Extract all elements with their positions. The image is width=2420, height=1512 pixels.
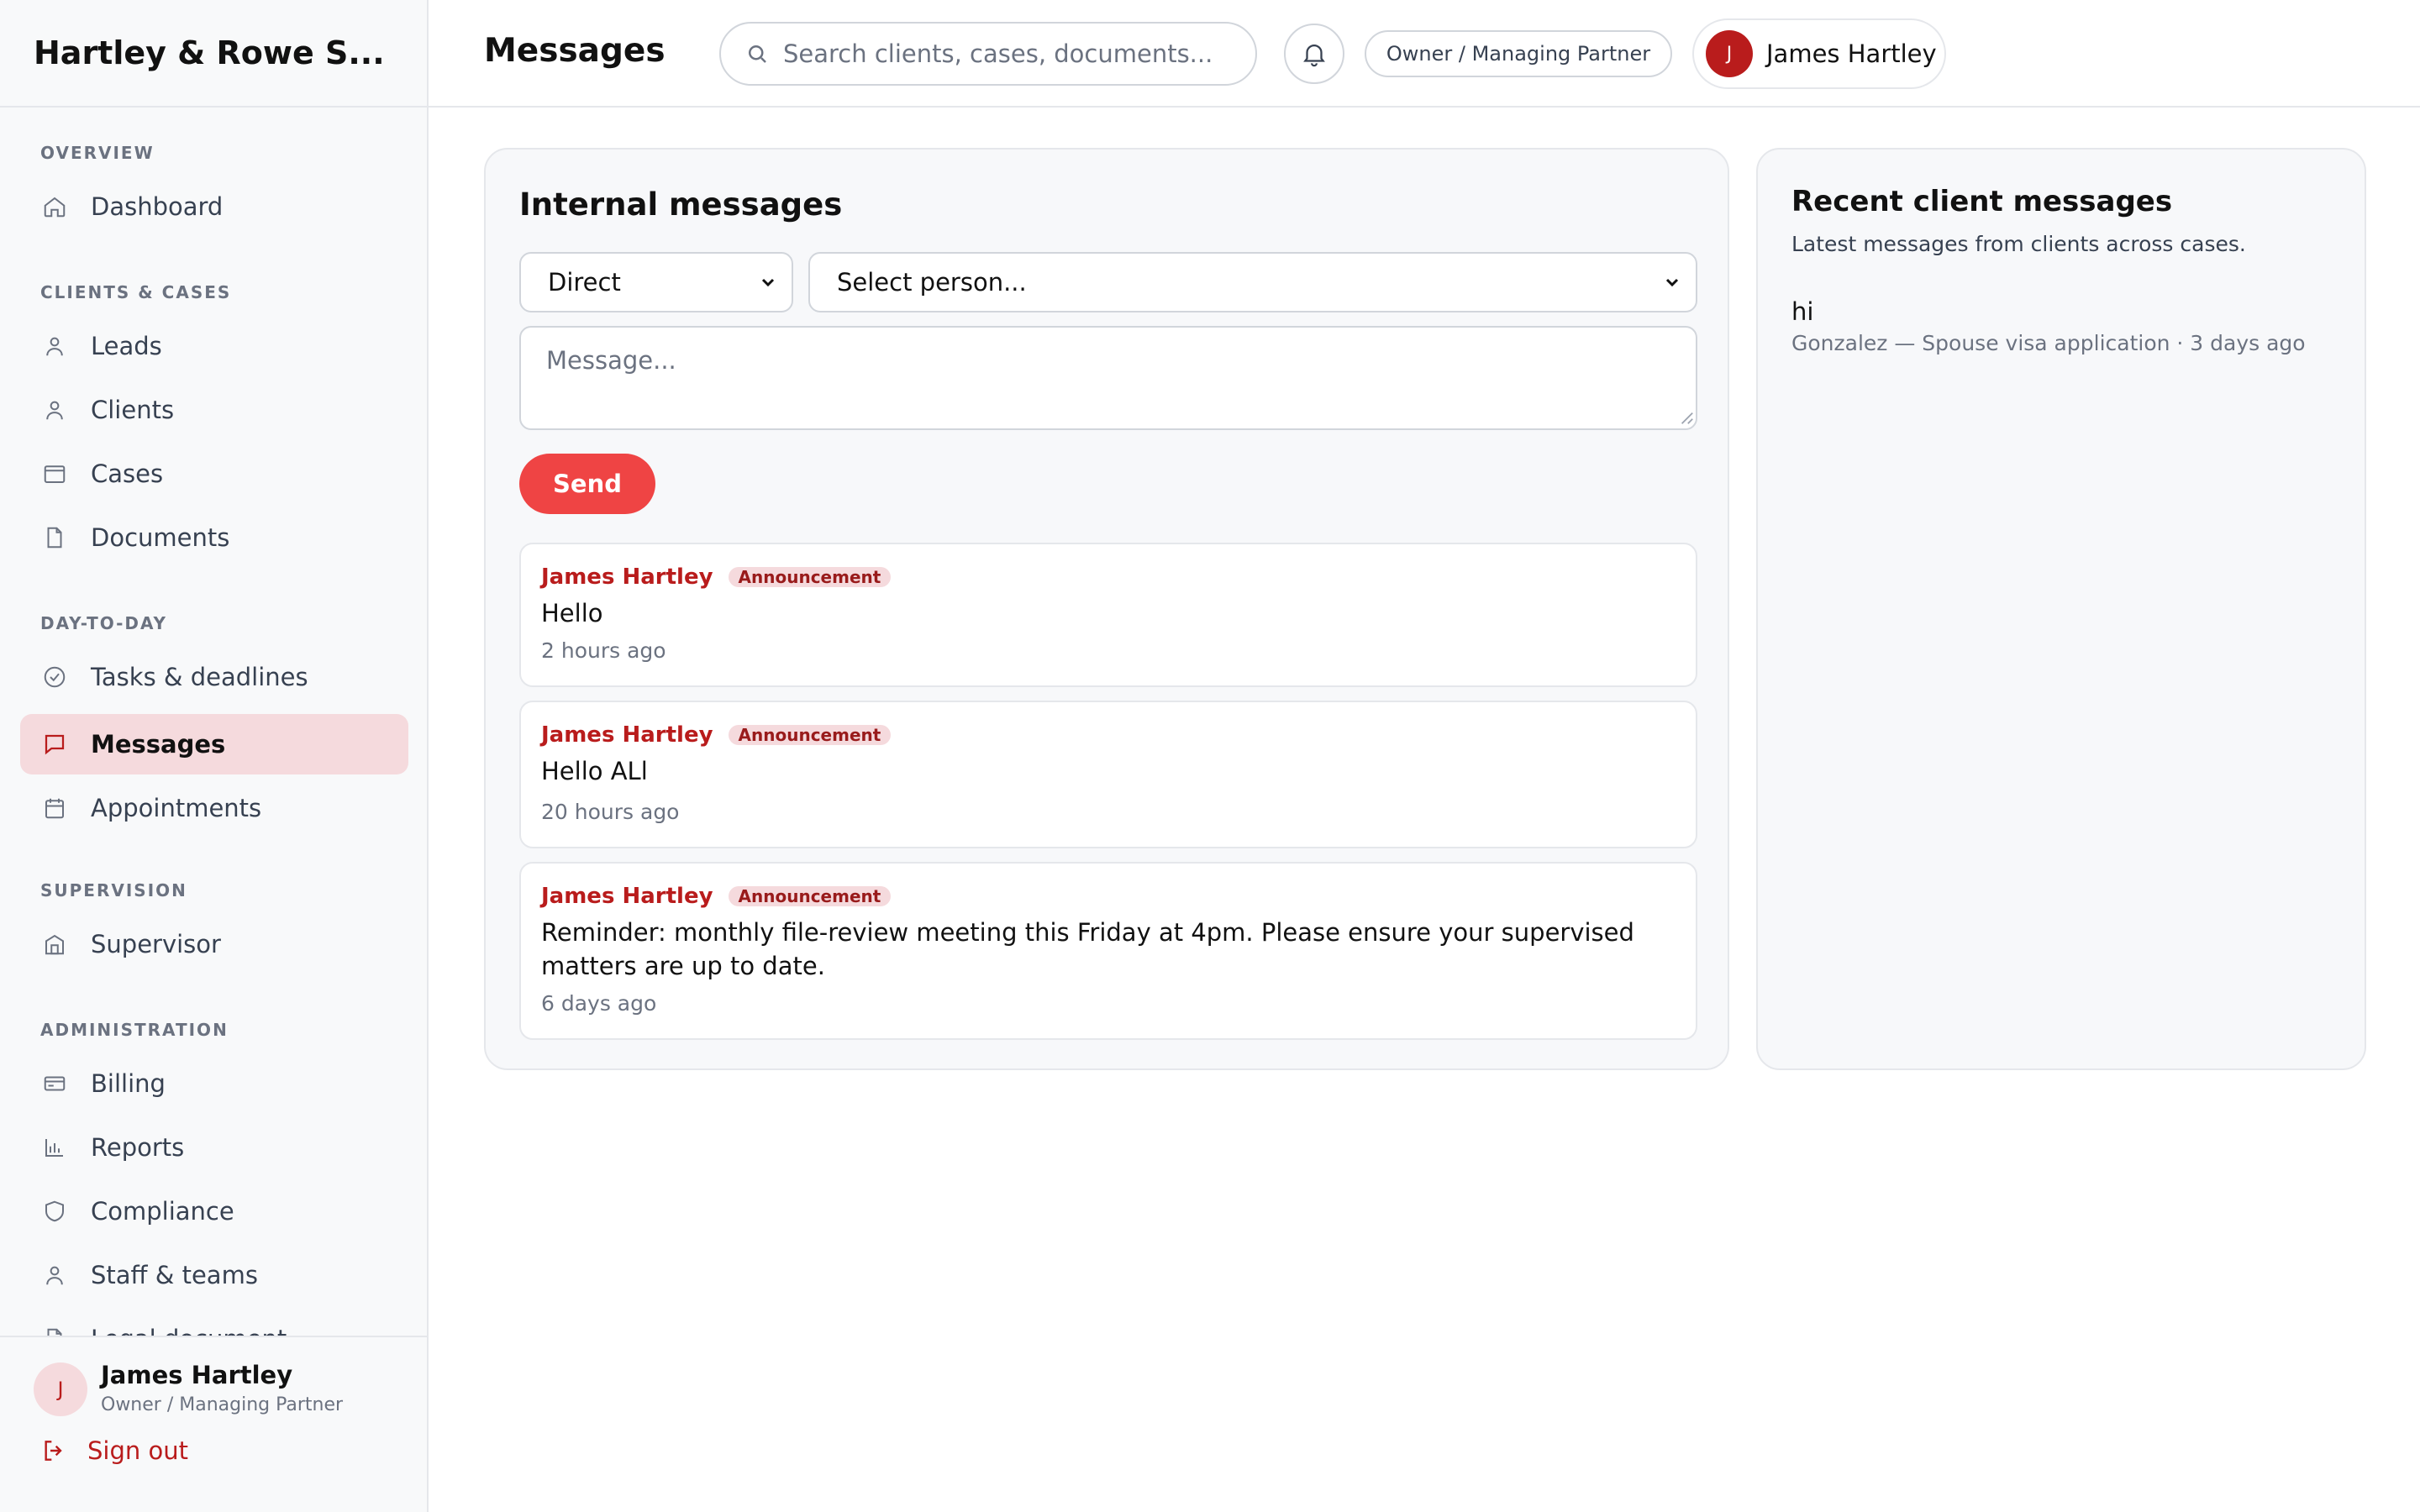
message-author: James Hartley [541,722,713,748]
sidebar-item-label: Supervisor [91,930,221,958]
shield-icon [42,1199,67,1224]
sidebar-item-label: Billing [91,1069,166,1098]
sidebar-footer: J James Hartley Owner / Managing Partner… [0,1336,427,1512]
announcement-badge: Announcement [728,567,892,587]
calendar-icon [42,795,67,821]
sidebar-item-clients[interactable]: Clients [20,380,408,440]
message-author: James Hartley [541,884,713,909]
sidebar-item-label: Appointments [91,794,262,822]
sidebar-item-label: Legal document... [91,1325,310,1336]
check-circle-icon [42,664,67,690]
avatar: J [34,1362,87,1416]
home-icon [42,194,67,219]
sidebar-item-appointments[interactable]: Appointments [20,778,408,838]
sidebar-item-cases[interactable]: Cases [20,444,408,504]
message-type-value: Direct [548,268,621,297]
bar-chart-icon [42,1135,67,1160]
announcement-badge: Announcement [728,886,892,906]
sidebar-item-reports[interactable]: Reports [20,1117,408,1178]
sidebar-item-billing[interactable]: Billing [20,1053,408,1114]
folder-icon [42,461,67,486]
document-icon [42,525,67,550]
nav-section-overview: OVERVIEW [40,143,155,163]
chevron-down-icon [761,278,775,287]
sidebar-item-label: Cases [91,459,164,488]
bell-icon [1303,45,1325,67]
sidebar-item-legal-documents[interactable]: Legal document... [20,1309,408,1336]
sidebar-item-compliance[interactable]: Compliance [20,1181,408,1242]
message-item: James Hartley Announcement Hello 2 hours… [519,543,1697,687]
building-icon [42,932,67,957]
sidebar: Hartley & Rowe S... OVERVIEW Dashboard C… [0,0,429,1512]
message-body: Hello [541,599,603,627]
sidebar-item-label: Documents [91,523,230,552]
top-header: Messages Owner / Managing Partner J Jame… [429,0,2420,108]
resize-handle-icon[interactable] [1679,410,1694,425]
sidebar-item-staff-teams[interactable]: Staff & teams [20,1245,408,1305]
chevron-down-icon [1665,278,1679,287]
recipient-select[interactable]: Select person... [808,252,1697,312]
recipient-value: Select person... [837,268,1027,297]
sidebar-item-label: Reports [91,1133,185,1162]
client-messages-title: Recent client messages [1791,185,2173,218]
sidebar-item-supervisor[interactable]: Supervisor [20,914,408,974]
notifications-button[interactable] [1284,24,1344,84]
message-time: 2 hours ago [541,638,666,663]
client-messages-subtitle: Latest messages from clients across case… [1791,232,2246,256]
user-icon [42,333,67,359]
footer-user-role: Owner / Managing Partner [101,1394,344,1415]
user-name: James Hartley [1766,39,1937,68]
internal-messages-title: Internal messages [519,186,843,223]
message-time: 20 hours ago [541,800,680,824]
avatar: J [1706,30,1753,77]
nav-section-administration: ADMINISTRATION [40,1020,229,1040]
sidebar-item-label: Tasks & deadlines [91,663,308,691]
message-input[interactable] [519,326,1697,430]
sidebar-item-label: Messages [91,730,226,759]
announcement-badge: Announcement [728,725,892,745]
client-messages-card: Recent client messages Latest messages f… [1756,148,2366,1070]
internal-messages-card: Internal messages Direct Select person..… [484,148,1729,1070]
sign-out-icon [45,1441,62,1461]
user-icon [42,397,67,423]
message-body: Hello ALl [541,757,648,785]
sidebar-item-leads[interactable]: Leads [20,316,408,376]
sign-out-label: Sign out [87,1436,188,1465]
sidebar-item-label: Dashboard [91,192,224,221]
sidebar-item-label: Leads [91,332,162,360]
user-icon [42,1263,67,1288]
brand-name: Hartley & Rowe S... [0,0,427,108]
search-bar[interactable] [719,22,1257,86]
card-icon [42,1071,67,1096]
nav-section-clients-cases: CLIENTS & CASES [40,282,232,302]
client-message-body: hi [1791,297,1814,326]
sidebar-nav[interactable]: OVERVIEW Dashboard CLIENTS & CASES Leads… [0,108,427,1336]
document-icon [42,1326,67,1336]
role-badge: Owner / Managing Partner [1365,30,1672,77]
message-item: James Hartley Announcement Hello ALl 20 … [519,701,1697,848]
client-message-meta: Gonzalez — Spouse visa application · 3 d… [1791,331,2306,355]
message-type-select[interactable]: Direct [519,252,793,312]
sidebar-item-label: Staff & teams [91,1261,258,1289]
page-title: Messages [484,32,666,70]
sidebar-item-dashboard[interactable]: Dashboard [20,176,408,237]
user-menu-button[interactable]: J James Hartley [1692,18,1946,89]
message-author: James Hartley [541,564,713,590]
search-icon [749,45,766,63]
message-item: James Hartley Announcement Reminder: mon… [519,862,1697,1040]
nav-section-supervision: SUPERVISION [40,880,187,900]
sidebar-item-messages[interactable]: Messages [20,714,408,774]
sidebar-item-documents[interactable]: Documents [20,507,408,568]
sign-out-button[interactable]: Sign out [40,1436,188,1465]
search-input[interactable] [783,39,1254,68]
sidebar-item-tasks[interactable]: Tasks & deadlines [20,647,408,707]
message-time: 6 days ago [541,991,657,1016]
sidebar-item-label: Clients [91,396,175,424]
nav-section-day-to-day: DAY-TO-DAY [40,613,168,633]
message-body: Reminder: monthly file-review meeting th… [541,918,1634,980]
send-button[interactable]: Send [519,454,655,514]
chat-icon [42,732,67,757]
sidebar-item-label: Compliance [91,1197,234,1226]
footer-user-name: James Hartley [101,1361,293,1389]
